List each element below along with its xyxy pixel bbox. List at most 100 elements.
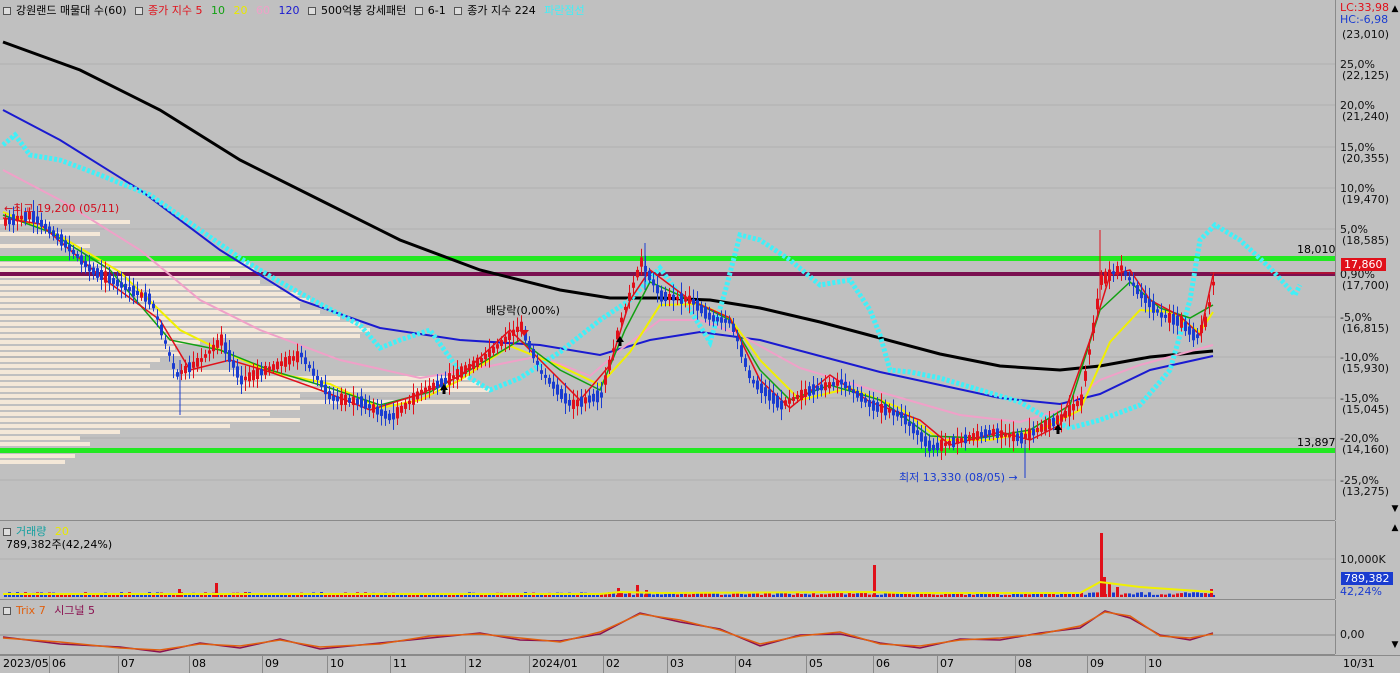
legend-pattern2: 6-1 [427,4,446,17]
candle-body [600,392,603,398]
volume-bar [420,594,423,597]
legend-checkbox[interactable] [308,7,317,15]
volume-canvas[interactable] [0,521,1335,599]
volume-bar [988,593,991,597]
candle-body [516,326,519,333]
volume-bar [888,593,891,597]
candle-body [712,315,715,322]
candle-body [520,321,523,331]
up-arrow-icon [1054,424,1062,434]
trix-canvas[interactable] [0,600,1335,654]
candle-body [656,285,659,294]
scroll-down-icon[interactable]: ▼ [1390,640,1400,650]
trix-pane[interactable]: Trix 7 시그널 5 [0,600,1335,655]
candle-body [684,296,687,302]
legend-checkbox[interactable] [3,7,11,15]
candle-body [964,434,967,444]
date-label: 06 [52,657,66,670]
volume-spike [1103,577,1106,597]
candle-body [532,348,535,359]
volume-bar [748,593,751,597]
volume-profile-bar [0,424,230,428]
date-label: 06 [876,657,890,670]
volume-bar [964,594,967,597]
volume-bar [1004,594,1007,597]
legend-checkbox[interactable] [454,7,463,15]
candle-body [1068,405,1071,417]
volume-bar [664,594,667,597]
volume-bar [1132,594,1135,597]
candle-body [1152,301,1155,313]
candle-body [816,385,819,391]
candle-body [1036,427,1039,433]
date-label: 09 [1090,657,1104,670]
legend-cloud: 파란점선 [544,4,585,17]
volume-profile-bar [0,262,250,266]
candle-body [936,442,939,451]
candle-body [340,393,343,406]
candle-body [376,406,379,415]
volume-pane[interactable]: 거래량 20 789,382주(42,24%) [0,521,1335,600]
volume-bar [832,593,835,597]
candle-body [652,279,655,286]
volume-profile-bar [0,268,255,272]
candle-body [728,319,731,324]
date-tick [667,656,668,673]
candle-body [920,432,923,442]
volume-bar [1128,593,1131,597]
volume-bar [268,594,271,597]
candle-body [764,387,767,397]
price-chart-canvas[interactable] [0,0,1335,520]
candle-body [72,249,75,255]
candle-body [568,399,571,406]
axis-price-label: (15,045) [1342,403,1390,416]
volume-bar [1188,593,1191,597]
candle-body [792,397,795,401]
volume-bar [972,594,975,597]
volume-bar [288,594,291,597]
candle-body [352,396,355,406]
ma224-line [2,40,1214,372]
candle-body [1012,431,1015,442]
legend-checkbox[interactable] [3,607,11,615]
volume-bar [540,594,543,597]
candle-body [436,380,439,389]
volume-spike [1116,587,1119,597]
volume-bar [816,594,819,597]
scroll-down-icon[interactable]: ▼ [1390,504,1400,514]
candle-body [928,440,931,452]
candle-body [1004,432,1007,437]
candle-body [628,292,631,301]
candle-body [988,430,991,435]
candle-body [1140,291,1143,299]
scroll-up-icon[interactable]: ▲ [1390,4,1400,14]
legend-ma10: 10 [211,4,226,17]
candle-body [300,352,303,358]
date-tick [1145,656,1146,673]
candle-body [432,382,435,391]
volume-bar [1096,592,1099,597]
candle-body [856,390,859,398]
volume-spike [1210,589,1213,597]
volume-bar [296,594,299,597]
candle-body [388,413,391,421]
candle-body [400,405,403,413]
legend-checkbox[interactable] [3,528,11,536]
legend-checkbox[interactable] [135,7,144,15]
price-axis[interactable]: LC:33,98 HC:-6,98 (23,010) 25,0% (22,125)… [1335,0,1400,520]
legend-checkbox[interactable] [414,7,423,15]
low-price-annotation: 최저 13,330 (08/05) → [899,471,1018,484]
candle-body [452,375,455,379]
date-label: 07 [121,657,135,670]
scroll-up-icon[interactable]: ▲ [1390,523,1400,533]
candle-body [440,378,443,387]
candle-body [800,389,803,401]
price-chart-pane[interactable]: 강원랜드 매물대 수(60) 종가 지수 5 10 20 60 120 500억… [0,0,1335,521]
volume-bar [760,594,763,597]
candle-body [572,399,575,409]
legend-pattern: 500억봉 강세패턴 [321,4,407,17]
candle-body [632,282,635,288]
candle-body [404,402,407,409]
volume-bar [716,593,719,597]
volume-bar [940,594,943,597]
